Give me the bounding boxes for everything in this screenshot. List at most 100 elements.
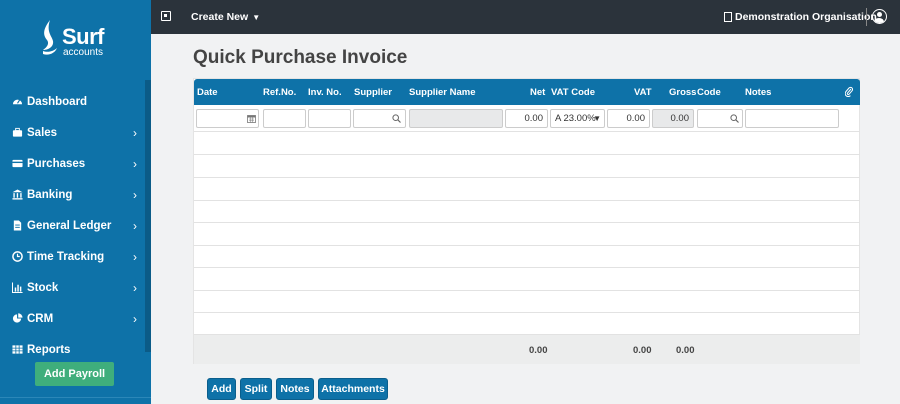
chevron-right-icon: › <box>133 126 137 140</box>
column-header-ref-no: Ref.No. <box>263 87 297 98</box>
topbar-divider <box>866 8 867 26</box>
table-row[interactable] <box>194 268 860 291</box>
add-payroll-button[interactable]: Add Payroll <box>35 362 114 386</box>
sidebar-item-label: Reports <box>27 343 71 356</box>
sidebar-item-label: Sales <box>27 126 58 139</box>
column-header-supplier-name: Supplier Name <box>409 87 476 98</box>
surf-logo-icon <box>43 20 57 55</box>
page-title: Quick Purchase Invoice <box>193 47 408 68</box>
bar-chart-icon <box>12 282 23 293</box>
notes-input[interactable] <box>745 109 839 128</box>
logo-wordmark: Surf <box>62 24 105 49</box>
sidebar-item-label: Dashboard <box>27 95 88 108</box>
chevron-right-icon: › <box>133 188 137 202</box>
table-row[interactable] <box>194 223 860 246</box>
sidebar-toggle-icon[interactable] <box>161 11 171 21</box>
action-buttons: Add Split Notes Attachments <box>207 378 388 400</box>
paperclip-icon[interactable] <box>845 86 853 97</box>
table-icon <box>12 344 23 355</box>
gross-field <box>652 109 694 128</box>
pie-chart-icon <box>12 313 23 324</box>
top-bar: Create New ▼ Demonstration Organisation <box>151 0 900 34</box>
organisation-selector[interactable]: Demonstration Organisation <box>724 11 877 23</box>
calendar-icon[interactable] <box>247 114 256 123</box>
column-header-vat-code: VAT Code <box>551 87 595 98</box>
invoice-grid: Date Ref.No. Inv. No. Supplier Supplier … <box>193 78 860 364</box>
logo[interactable]: Surf accounts <box>0 0 151 76</box>
user-account-icon[interactable] <box>872 9 887 24</box>
total-gross: 0.00 <box>676 345 695 356</box>
net-input[interactable] <box>505 109 548 128</box>
sidebar-item-label: Purchases <box>27 157 86 170</box>
sidebar-item-stock[interactable]: Stock › <box>0 272 151 303</box>
sidebar-item-dashboard[interactable]: Dashboard <box>0 86 151 117</box>
sidebar-nav: Dashboard Sales › Purchases › Banking › <box>0 86 151 365</box>
chevron-right-icon: › <box>133 250 137 264</box>
table-row[interactable] <box>194 132 860 155</box>
inv-no-input[interactable] <box>308 109 351 128</box>
column-header-inv-no: Inv. No. <box>308 87 342 98</box>
logo-subtitle: accounts <box>63 47 104 58</box>
building-icon <box>724 12 732 22</box>
sidebar-item-general-ledger[interactable]: General Ledger › <box>0 210 151 241</box>
sidebar-item-banking[interactable]: Banking › <box>0 179 151 210</box>
document-icon <box>12 220 23 231</box>
add-button[interactable]: Add <box>207 378 236 400</box>
sidebar-item-label: Time Tracking <box>27 250 105 263</box>
sidebar-item-purchases[interactable]: Purchases › <box>0 148 151 179</box>
organisation-name: Demonstration Organisation <box>735 11 877 23</box>
sidebar-item-reports[interactable]: Reports <box>0 334 151 365</box>
sidebar-item-time-tracking[interactable]: Time Tracking › <box>0 241 151 272</box>
chevron-right-icon: › <box>133 312 137 326</box>
column-header-notes: Notes <box>745 87 772 98</box>
chevron-right-icon: › <box>133 157 137 171</box>
sidebar-item-sales[interactable]: Sales › <box>0 117 151 148</box>
create-new-menu[interactable]: Create New ▼ <box>191 11 260 23</box>
table-row-entry: A 23.00% ▼ <box>194 105 860 132</box>
card-icon <box>12 158 23 169</box>
split-button[interactable]: Split <box>240 378 272 400</box>
notes-button[interactable]: Notes <box>276 378 314 400</box>
ref-no-input[interactable] <box>263 109 306 128</box>
user-head-shape <box>876 12 882 17</box>
sidebar-item-crm[interactable]: CRM › <box>0 303 151 334</box>
sidebar-item-label: CRM <box>27 312 54 325</box>
sidebar-item-label: General Ledger <box>27 219 112 232</box>
sidebar-scrollbar[interactable] <box>145 80 151 352</box>
column-header-gross: Gross <box>669 87 697 98</box>
chevron-right-icon: › <box>133 219 137 233</box>
supplier-name-field <box>409 109 503 128</box>
table-row[interactable] <box>194 178 860 201</box>
table-row[interactable] <box>194 155 860 178</box>
column-header-date: Date <box>197 87 218 98</box>
chevron-right-icon: › <box>133 281 137 295</box>
search-icon[interactable] <box>730 114 739 123</box>
user-body-shape <box>874 18 884 23</box>
column-header-vat: VAT <box>634 87 652 98</box>
total-net: 0.00 <box>529 345 548 356</box>
search-icon[interactable] <box>392 114 401 123</box>
chevron-down-icon: ▼ <box>593 114 601 123</box>
table-row[interactable] <box>194 246 860 268</box>
chevron-down-icon: ▼ <box>252 13 261 22</box>
vat-input[interactable] <box>607 109 650 128</box>
sidebar-item-label: Stock <box>27 281 59 294</box>
column-header-supplier: Supplier <box>354 87 393 98</box>
vat-code-select[interactable]: A 23.00% ▼ <box>550 109 605 128</box>
table-row[interactable] <box>194 313 860 335</box>
grid-header: Date Ref.No. Inv. No. Supplier Supplier … <box>194 79 860 105</box>
column-header-net: Net <box>530 87 546 98</box>
total-vat: 0.00 <box>633 345 652 356</box>
attachments-button[interactable]: Attachments <box>318 378 388 400</box>
table-row[interactable] <box>194 291 860 313</box>
sidebar-item-label: Banking <box>27 188 73 201</box>
bank-icon <box>12 189 23 200</box>
dashboard-icon <box>12 96 23 107</box>
column-header-code: Code <box>697 87 721 98</box>
sidebar-divider <box>0 397 151 398</box>
clock-icon <box>12 251 23 262</box>
vat-code-value: A 23.00% <box>555 113 596 124</box>
sidebar: Surf accounts Dashboard Sales › Purchase… <box>0 0 151 404</box>
table-row[interactable] <box>194 201 860 223</box>
totals-row: 0.00 0.00 0.00 <box>194 335 860 364</box>
